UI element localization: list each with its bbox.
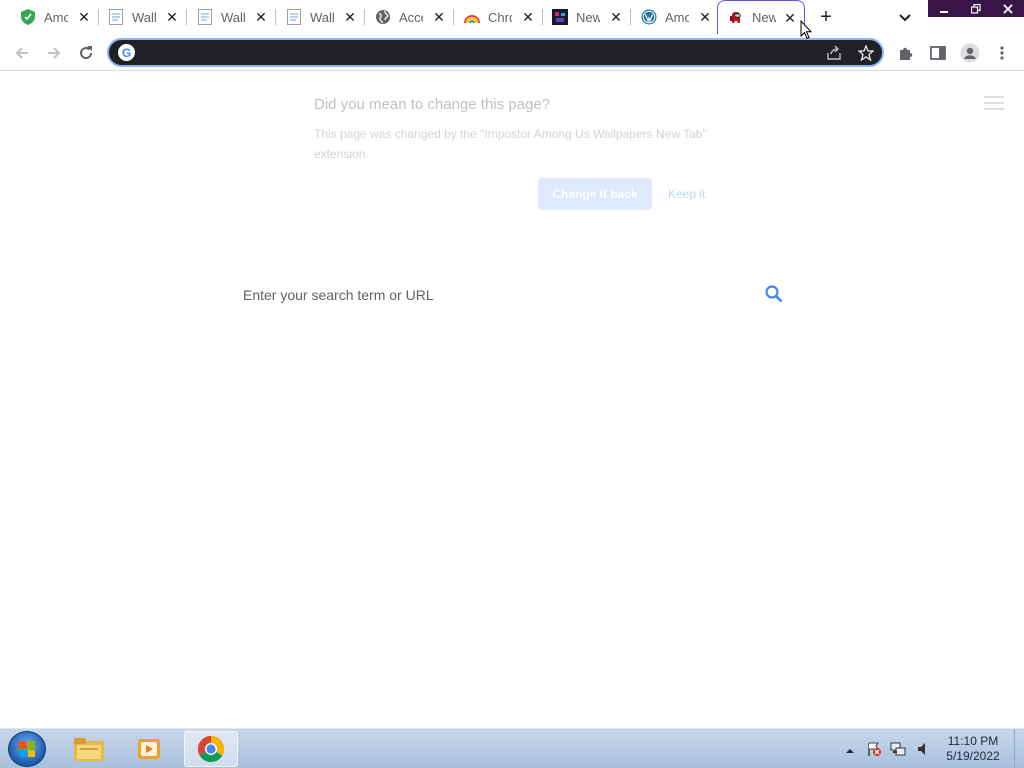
document-icon bbox=[197, 9, 213, 25]
show-hidden-icons-icon[interactable] bbox=[845, 743, 855, 761]
tab-title: Amo bbox=[44, 9, 68, 25]
close-window-button[interactable] bbox=[992, 0, 1024, 17]
taskbar-media-player[interactable] bbox=[122, 731, 176, 767]
folder-icon bbox=[74, 738, 104, 761]
tab-title: Wall bbox=[310, 9, 334, 25]
address-input[interactable] bbox=[141, 43, 801, 63]
tab-3[interactable]: Wall ✕ bbox=[177, 0, 275, 34]
bubble-body: This page was changed by the "Impostor A… bbox=[314, 127, 707, 161]
start-button[interactable] bbox=[8, 731, 46, 767]
google-icon: G bbox=[118, 44, 135, 61]
tab-7[interactable]: New ✕ bbox=[532, 0, 630, 34]
new-tab-button[interactable]: + bbox=[816, 7, 836, 27]
browser-window: Amo ✕ Wall ✕ Wall ✕ Wall ✕ Acc ✕ Chr ✕ N… bbox=[0, 0, 1024, 768]
tab-8[interactable]: Amo ✕ bbox=[621, 0, 719, 34]
tab-5[interactable]: Acce ✕ bbox=[355, 0, 453, 34]
tab-title: Wall bbox=[221, 9, 245, 25]
tab-9-active[interactable]: New ✕ bbox=[717, 0, 805, 34]
extensions-puzzle-icon[interactable] bbox=[896, 43, 916, 63]
back-button[interactable] bbox=[12, 43, 32, 63]
reload-button[interactable] bbox=[76, 43, 96, 63]
wordpress-icon bbox=[641, 9, 657, 25]
tab-strip: Amo ✕ Wall ✕ Wall ✕ Wall ✕ Acc ✕ Chr ✕ N… bbox=[0, 0, 1024, 34]
tab-title: Amo bbox=[665, 9, 689, 25]
network-icon[interactable] bbox=[890, 741, 906, 762]
keep-it-button[interactable]: Keep it bbox=[668, 178, 728, 210]
media-player-icon bbox=[138, 739, 160, 759]
tab-title: Wall bbox=[132, 9, 156, 25]
show-desktop-button[interactable] bbox=[1014, 729, 1024, 768]
window-controls bbox=[928, 0, 1024, 17]
rainbow-icon bbox=[464, 9, 480, 25]
tab-6[interactable]: Chro ✕ bbox=[444, 0, 542, 34]
clock-time: 11:10 PM bbox=[947, 734, 999, 748]
search-icon[interactable] bbox=[764, 284, 784, 304]
extension-change-bubble: Did you mean to change this page? This p… bbox=[298, 78, 736, 220]
share-icon[interactable] bbox=[825, 44, 843, 62]
globe-icon bbox=[375, 9, 391, 25]
address-bar[interactable]: G bbox=[107, 38, 884, 67]
document-icon bbox=[108, 9, 124, 25]
tab-2[interactable]: Wall ✕ bbox=[88, 0, 186, 34]
forward-button[interactable] bbox=[44, 43, 64, 63]
taskbar: 11:10 PM 5/19/2022 bbox=[0, 728, 1024, 768]
browser-toolbar: G bbox=[0, 34, 1024, 71]
taskbar-clock[interactable]: 11:10 PM 5/19/2022 bbox=[940, 734, 1006, 764]
among-us-icon bbox=[728, 10, 744, 26]
shield-icon bbox=[20, 9, 36, 25]
windows-logo-icon bbox=[19, 741, 35, 757]
search-input[interactable] bbox=[243, 284, 743, 306]
change-it-back-button[interactable]: Change it back bbox=[538, 178, 652, 210]
action-center-flag-icon[interactable] bbox=[866, 741, 882, 762]
chrome-icon bbox=[197, 735, 225, 763]
taskbar-explorer[interactable] bbox=[62, 731, 116, 767]
clock-date: 5/19/2022 bbox=[946, 749, 1000, 763]
tab-title: New bbox=[576, 9, 600, 25]
dark-square-icon bbox=[552, 9, 568, 25]
minimize-button[interactable] bbox=[928, 0, 960, 17]
restore-button[interactable] bbox=[960, 0, 992, 17]
taskbar-chrome[interactable] bbox=[184, 731, 238, 767]
close-icon[interactable]: ✕ bbox=[782, 10, 798, 26]
profile-avatar[interactable] bbox=[960, 43, 980, 63]
bubble-title: Did you mean to change this page? bbox=[314, 96, 550, 113]
close-icon[interactable]: ✕ bbox=[697, 9, 713, 25]
chevron-down-icon[interactable] bbox=[896, 8, 914, 26]
tab-title: Chro bbox=[488, 9, 512, 25]
tab-title: Acce bbox=[399, 9, 423, 25]
document-icon bbox=[286, 9, 302, 25]
mouse-cursor-icon bbox=[800, 19, 813, 45]
tab-title: New bbox=[752, 10, 776, 25]
new-tab-page: Did you mean to change this page? This p… bbox=[0, 72, 1024, 728]
tab-1[interactable]: Amo ✕ bbox=[0, 0, 98, 34]
side-panel-icon[interactable] bbox=[928, 43, 948, 63]
bookmark-star-icon[interactable] bbox=[857, 44, 875, 62]
volume-icon[interactable] bbox=[916, 741, 932, 762]
hamburger-menu-icon[interactable] bbox=[984, 96, 1004, 112]
tab-4[interactable]: Wall ✕ bbox=[266, 0, 364, 34]
more-menu-icon[interactable] bbox=[992, 43, 1012, 63]
